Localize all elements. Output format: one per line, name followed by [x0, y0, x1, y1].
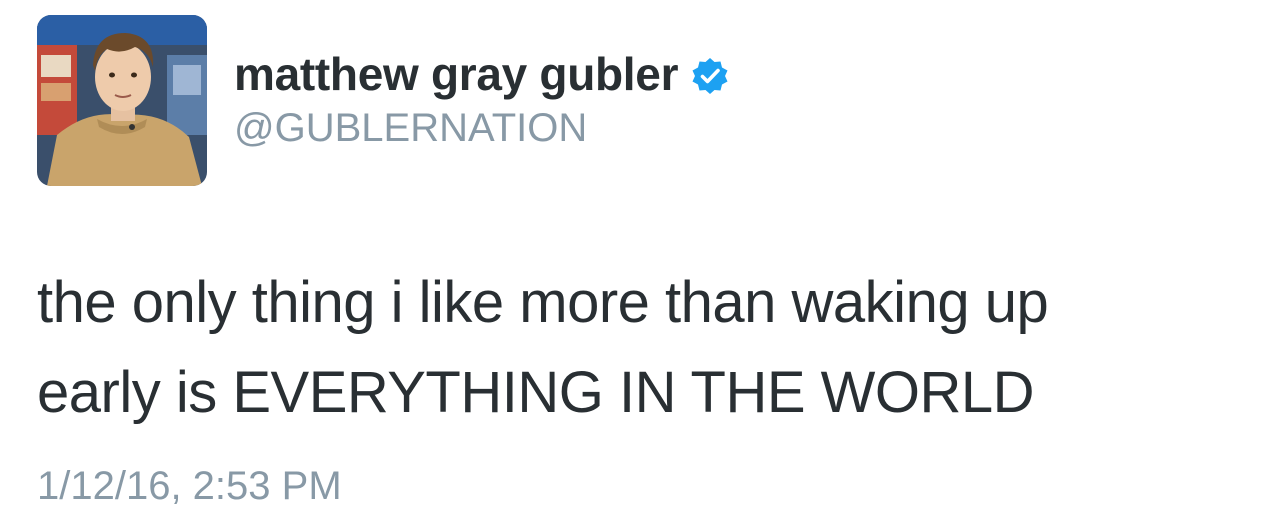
- display-name[interactable]: matthew gray gubler: [234, 48, 678, 100]
- avatar[interactable]: [37, 15, 207, 186]
- avatar-photo: [37, 15, 207, 186]
- display-name-row: matthew gray gubler: [234, 48, 730, 100]
- tweet-text-line: early is EVERYTHING IN THE WORLD: [37, 360, 1035, 425]
- tweet-text: the only thing i like more than waking u…: [37, 258, 1257, 438]
- verified-badge-icon: [690, 56, 730, 96]
- tweet-card: matthew gray gubler @GUBLERNATION the on…: [0, 0, 1280, 520]
- user-handle[interactable]: @GUBLERNATION: [234, 104, 587, 152]
- tweet-text-line: the only thing i like more than waking u…: [37, 270, 1049, 335]
- tweet-timestamp[interactable]: 1/12/16, 2:53 PM: [37, 460, 342, 512]
